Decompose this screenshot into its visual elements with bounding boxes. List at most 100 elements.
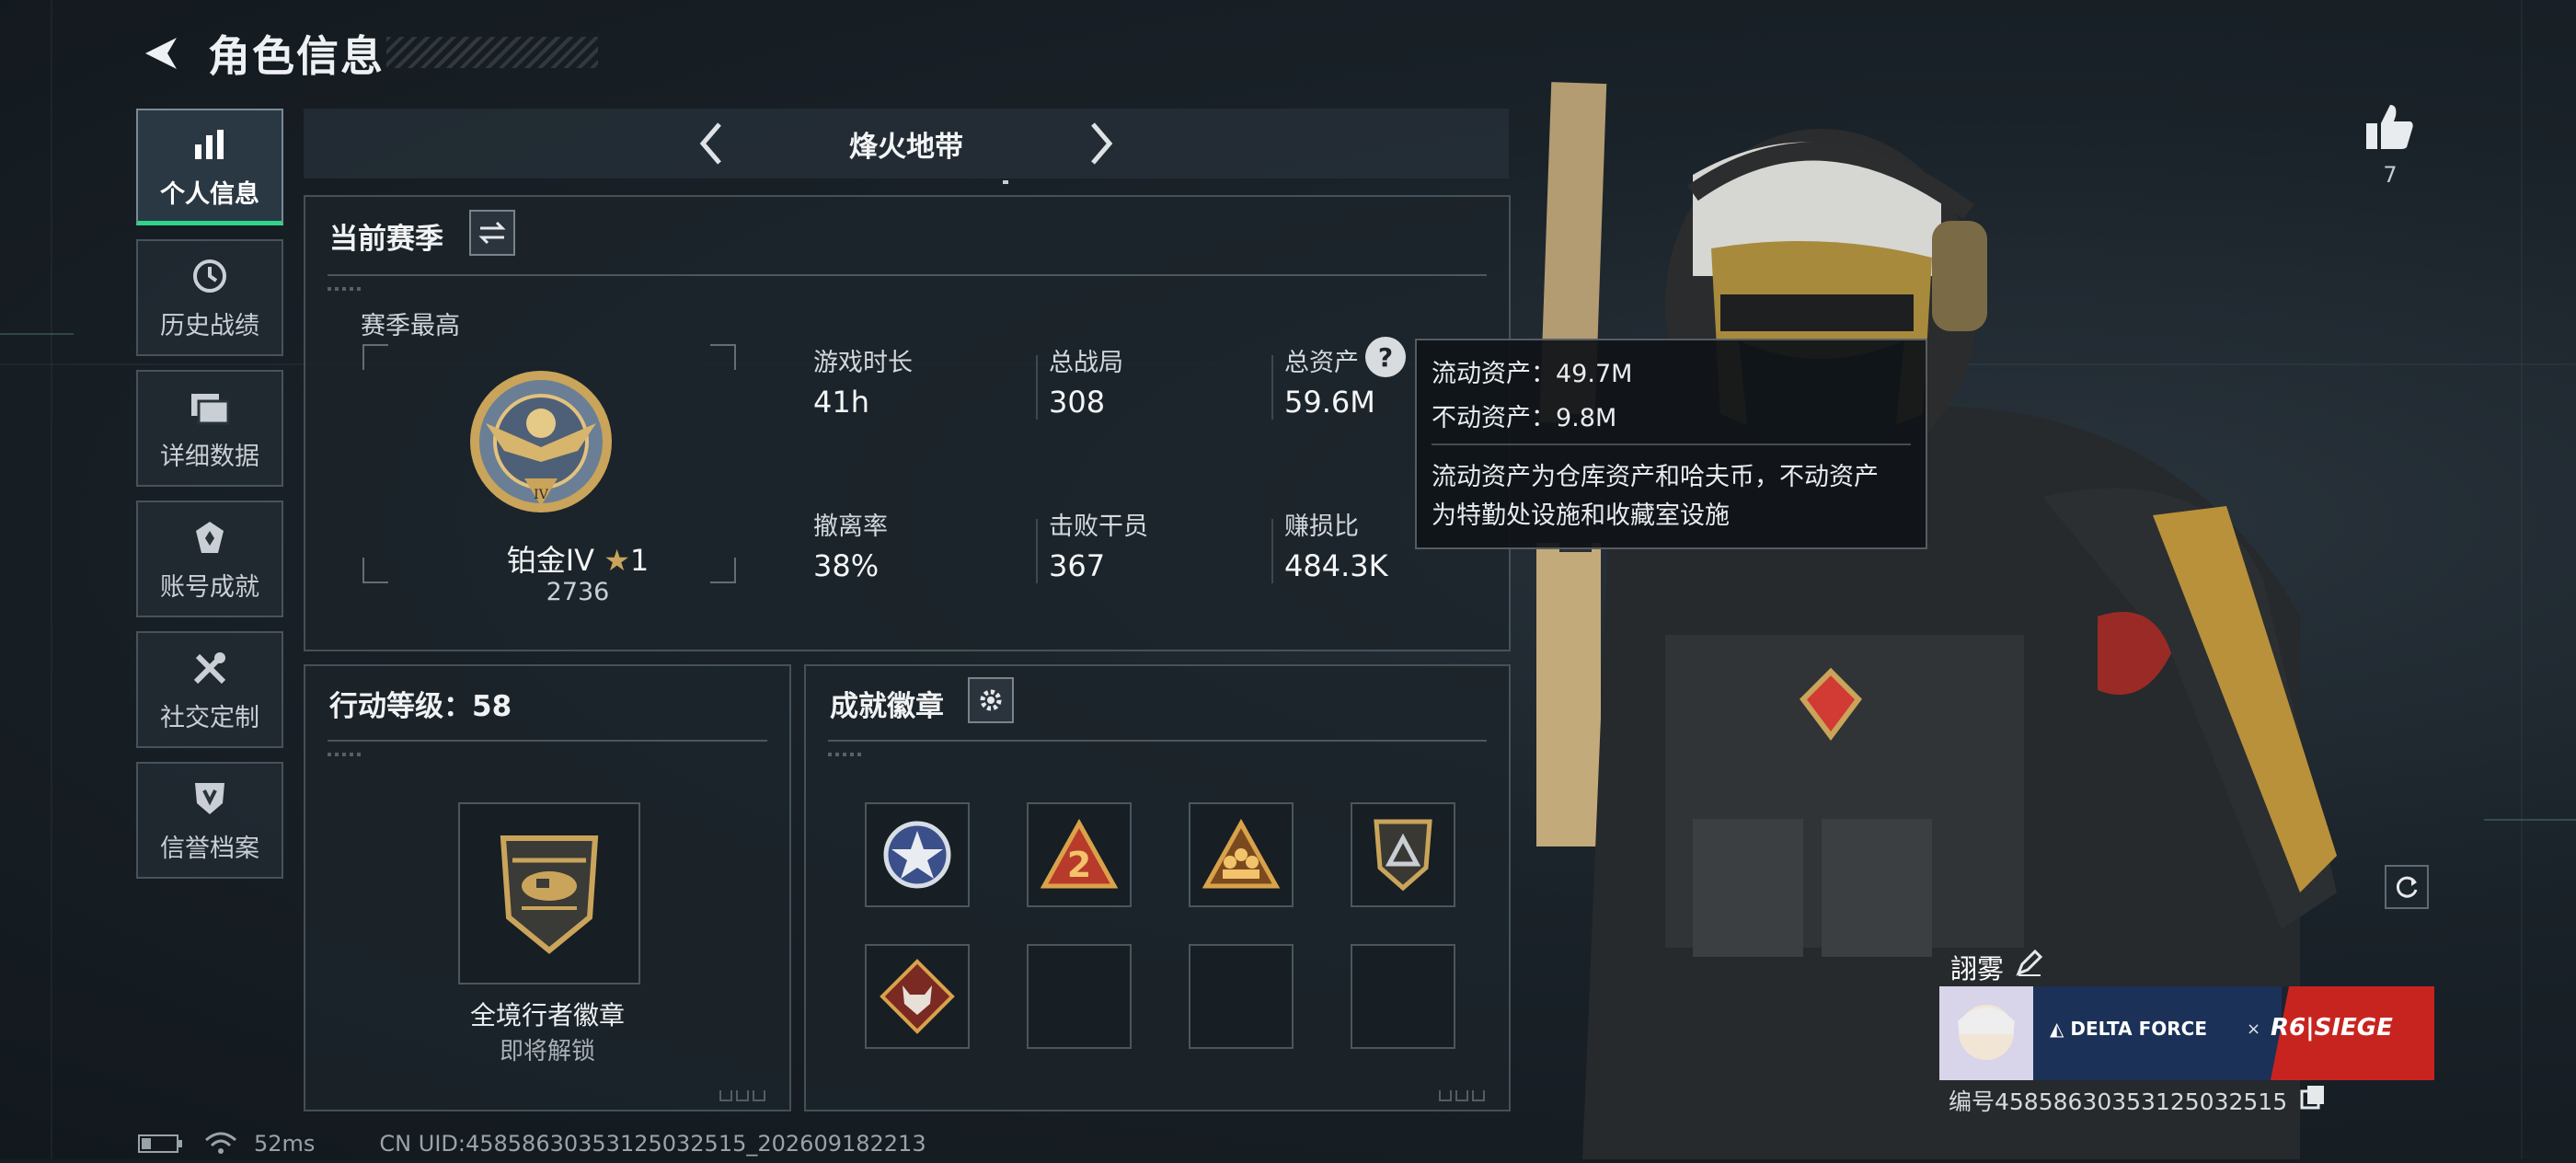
switch-icon [478,221,506,245]
achievements-panel: 成就徽章 2 [804,664,1511,1111]
divider [328,740,767,742]
tooltip-desc: 为特勤处设施和收藏室设施 [1432,501,1730,530]
number-2-badge-icon: 2 [1041,818,1118,889]
season-best-label: 赛季最高 [361,312,460,340]
back-button[interactable] [138,30,184,76]
tools-icon [188,646,232,690]
edit-name-button[interactable] [2015,948,2048,981]
squad-badge-icon [1202,818,1280,889]
status-uid: CN UID:4585863035312503251​5_20260918221… [379,1131,926,1157]
svg-text:IV: IV [534,488,549,502]
nav-item-personal-info[interactable]: 个人信息 [136,109,283,225]
banner-cross: × [2247,1019,2261,1039]
title-decor [386,37,598,68]
nav-item-detailed-data[interactable]: 详细数据 [136,370,283,487]
copy-uid-button[interactable] [2300,1084,2328,1111]
decor-line [0,333,74,335]
rotate-view-button[interactable] [2385,865,2429,909]
nav-item-reputation[interactable]: 信誉档案 [136,762,283,879]
stat-label: 撤离率 [813,512,888,541]
side-nav: 个人信息 历史战绩 详细数据 账号成就 社交定制 信誉档案 [136,109,285,892]
fixed-assets: 不动资产：9.8M [1432,404,1617,432]
level-badge-name: 全境行者徽章 [469,1000,625,1031]
delta-logo-icon: ◭ [2050,1018,2071,1040]
platinum-rank-emblem: IV [470,371,612,512]
rank-stars: 1 [629,543,650,578]
divider [1271,519,1273,583]
banner-brand: DELTA FORCE [2070,1018,2207,1040]
nav-label: 账号成就 [160,573,259,602]
banner-collab: R6|SIEGE [2271,1014,2393,1042]
player-name: 詡雾 [1950,953,2005,985]
page-title: 角色信息 [208,31,385,81]
chevron-right-icon [1091,122,1113,165]
pencil-icon [2016,949,2043,976]
stat-label: 总战局 [1049,349,1123,377]
asset-tooltip: 流动资产：49.7M 不动资产：9.8M 流动资产为仓库资产和哈夫币，不动资产 … [1415,339,1927,549]
mode-name: 烽火地带 [849,130,963,164]
stat-value: 59.6M [1284,385,1375,420]
stat-value: 41h [813,385,869,420]
stat-value: 38% [813,548,880,583]
rank-score: 2736 [546,578,610,606]
achievement-slot-empty[interactable] [1027,944,1132,1049]
nav-label: 个人信息 [160,179,259,209]
nav-item-history[interactable]: 历史战绩 [136,239,283,356]
player-banner[interactable]: ◭ DELTA FORCE × R6|SIEGE [1939,986,2434,1080]
decor-dots [328,287,364,291]
stat-label: 游戏时长 [813,349,913,377]
shield-icon [188,777,232,821]
like-count: 7 [2383,162,2398,188]
nav-item-account-achievements[interactable]: 账号成就 [136,501,283,617]
divider [1036,355,1038,420]
level-badge-status: 即将解锁 [499,1038,595,1065]
thumbs-up-icon [2366,105,2413,149]
rank-line: 铂金IV ★1 [305,537,850,580]
stat-label: 击败干员 [1049,512,1148,541]
achievement-slot[interactable]: 2 [1027,802,1132,907]
liquid-assets: 流动资产：49.7M [1432,360,1633,388]
achievement-slot-empty[interactable] [1351,944,1455,1049]
nav-label: 历史战绩 [160,312,259,340]
level-panel: 行动等级：58 全境行者徽章 即将解锁 [304,664,791,1111]
folders-icon [188,385,232,429]
wolf-badge-icon [880,959,955,1034]
mode-prev-button[interactable] [684,116,739,171]
gear-icon [980,689,1002,711]
achievement-slot-empty[interactable] [1189,944,1294,1049]
achievement-slot[interactable] [1351,802,1455,907]
grid-line [51,0,52,1159]
back-arrow-icon [145,38,177,69]
help-button[interactable]: ? [1365,337,1406,377]
mode-next-button[interactable] [1074,116,1129,171]
battery-icon [138,1134,182,1153]
divider [828,740,1487,742]
achievements-settings-button[interactable] [968,677,1014,723]
decor-dots [328,753,364,756]
corner-decor [716,1088,771,1101]
like-widget[interactable]: 7 [2363,103,2418,188]
divider [1036,519,1038,583]
chevron-left-icon [699,122,721,165]
season-switch-button[interactable] [469,210,515,256]
divider [1432,443,1911,445]
nav-item-social-custom[interactable]: 社交定制 [136,631,283,748]
wifi-icon [205,1132,236,1154]
achievement-slot[interactable] [865,944,970,1049]
bar-chart-icon [188,122,232,167]
achievement-slot[interactable] [865,802,970,907]
triangle-badge-icon [1374,819,1432,892]
player-uid: 编号4585863035312503251​5 [1949,1088,2288,1115]
divider [328,274,1487,276]
achievement-slot[interactable] [1189,802,1294,907]
divider [1271,355,1273,420]
stat-label: 总资产 [1284,349,1359,377]
season-panel: 当前赛季 赛季最高 IV 铂金IV ★1 2736 游戏时长 41h 总战局 3… [304,195,1511,651]
grid-line [2521,0,2523,1159]
achievement-icon [188,515,232,559]
copy-icon [2300,1086,2324,1110]
level-badge[interactable] [458,802,640,985]
star-emblem-badge-icon [883,821,951,889]
tooltip-desc: 流动资产为仓库资产和哈夫币，不动资产 [1432,463,1879,491]
question-icon: ? [1377,341,1394,373]
